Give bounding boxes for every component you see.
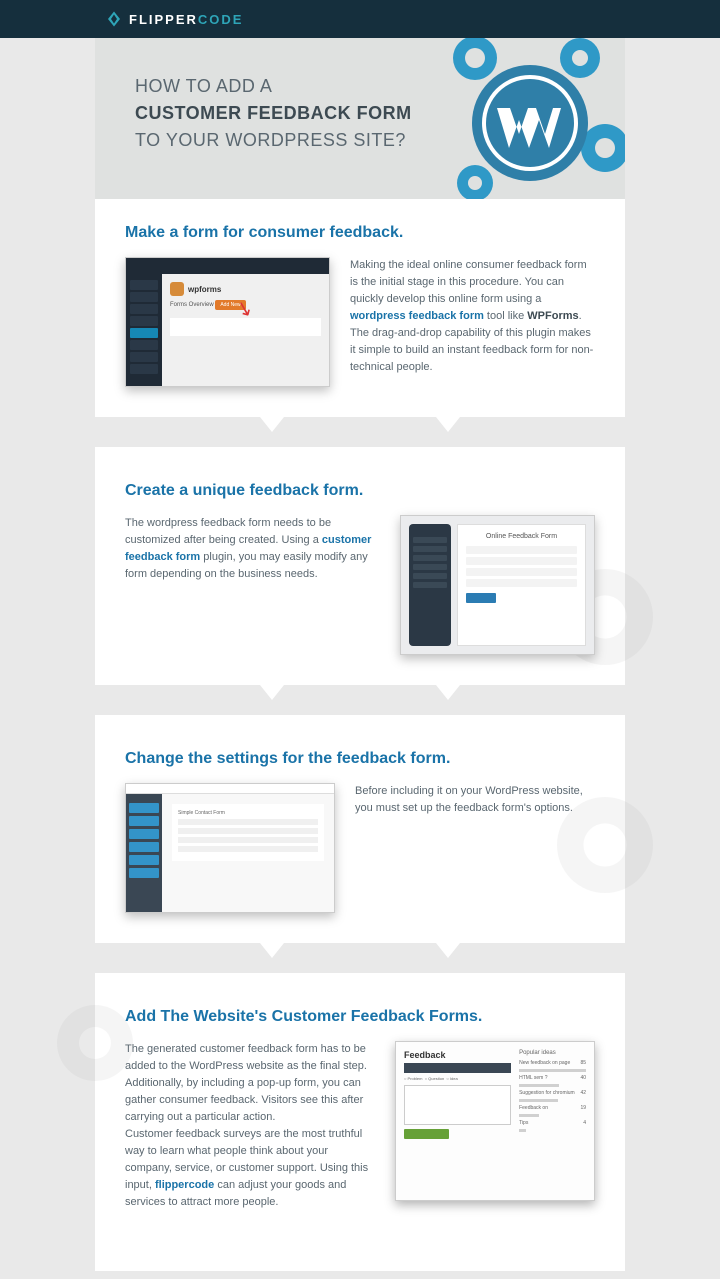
wordpress-feedback-form-link[interactable]: wordpress feedback form (350, 310, 484, 322)
brand-code: CODE (198, 12, 244, 27)
hero-line1: HOW TO ADD A (135, 76, 272, 96)
flippercode-link[interactable]: flippercode (155, 1179, 214, 1191)
submit-feedback-button (404, 1129, 449, 1139)
section-3-title: Change the settings for the feedback for… (125, 750, 595, 768)
footer-strip (95, 1271, 625, 1279)
hero-line2: CUSTOMER FEEDBACK FORM (135, 103, 412, 123)
section-divider (95, 685, 625, 715)
screenshot-unique-form: Online Feedback Form (400, 515, 595, 655)
online-feedback-form-label: Online Feedback Form (466, 533, 577, 540)
section-divider (95, 943, 625, 973)
popular-ideas-label: Popular ideas (519, 1050, 586, 1056)
section-divider (95, 417, 625, 447)
hero-line3: TO YOUR WORDPRESS SITE? (135, 130, 406, 150)
screenshot-feedback-widget: Feedback ○ Problem ○ Question ○ Idea Pop… (395, 1041, 595, 1201)
simple-contact-form-label: Simple Contact Form (178, 810, 225, 816)
section-2-text: The wordpress feedback form needs to be … (125, 515, 380, 583)
section-2-title: Create a unique feedback form. (125, 482, 595, 500)
hero-banner: HOW TO ADD A CUSTOMER FEEDBACK FORM TO Y… (95, 38, 625, 199)
section-3: Change the settings for the feedback for… (95, 725, 625, 983)
brand-flipper: FLIPPER (129, 12, 198, 27)
section-1-title: Make a form for consumer feedback. (125, 224, 595, 242)
section-4: Add The Website's Customer Feedback Form… (95, 983, 625, 1271)
header: FLIPPERCODE (0, 0, 720, 38)
submit-button-mock (466, 593, 496, 603)
section-2: Create a unique feedback form. The wordp… (95, 457, 625, 725)
wordpress-gears-icon (415, 38, 625, 199)
section-1: Make a form for consumer feedback. wpfor… (95, 199, 625, 457)
screenshot-settings: Simple Contact Form (125, 783, 335, 913)
wpforms-brand-label: wpforms (188, 285, 221, 294)
section-1-text: Making the ideal online consumer feedbac… (350, 257, 595, 376)
brand-logo: FLIPPERCODE (105, 10, 243, 28)
section-4-title: Add The Website's Customer Feedback Form… (125, 1008, 595, 1026)
flippercode-icon (105, 10, 123, 28)
forms-overview-label: Forms Overview (170, 302, 214, 308)
section-3-text: Before including it on your WordPress we… (355, 783, 595, 817)
screenshot-wpforms: wpforms Forms Overview Add New ↘ (125, 257, 330, 387)
section-4-text: The generated customer feedback form has… (125, 1041, 375, 1211)
feedback-label: Feedback (404, 1050, 511, 1060)
